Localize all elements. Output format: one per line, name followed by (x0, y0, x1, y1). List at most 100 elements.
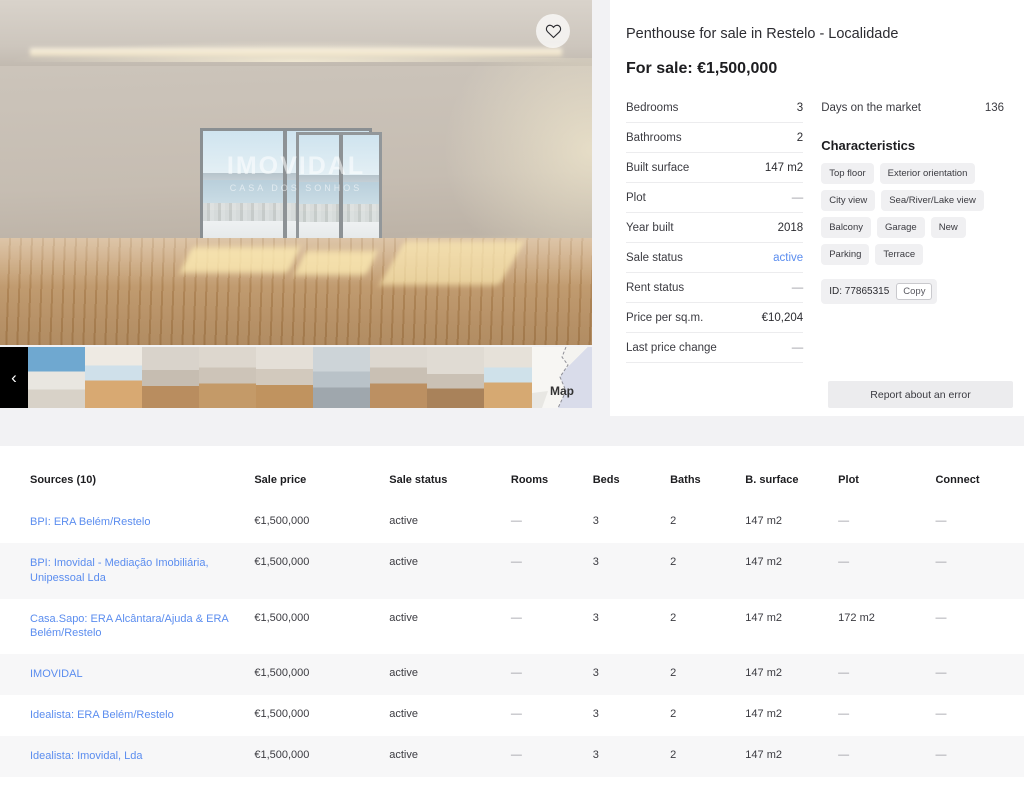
thumbnail-item[interactable] (142, 347, 199, 408)
sale-status: active (389, 695, 511, 736)
spec-row: Bedrooms 3 (626, 100, 804, 123)
source-name-link[interactable]: Casa.Sapo: ERA Alcântara/Ajuda & ERA Bel… (30, 612, 254, 642)
photo-gallery[interactable]: IMOVIDAL CASA DOS SONHOS (0, 0, 592, 345)
beds-value: 3 (593, 777, 670, 786)
gallery-prev-button[interactable]: ‹ (0, 347, 28, 408)
plot-value: — (838, 502, 935, 543)
beds-value-text: 3 (592, 708, 599, 721)
sale-price-text: €1,500,000 (254, 667, 310, 680)
connect-cell: — (935, 543, 1024, 599)
report-error-button[interactable]: Report about an error (828, 381, 1013, 408)
sale-status-text: active (389, 555, 418, 568)
baths-value-text: 2 (670, 667, 677, 680)
thumbnail-strip[interactable]: ‹ › (0, 347, 592, 408)
source-name-link[interactable]: Idealista: Imovidal, Lda (30, 749, 254, 764)
beds-value: 3 (593, 654, 670, 695)
column-header-rooms[interactable]: Rooms (511, 446, 593, 502)
connect-cell-text: — (935, 555, 947, 568)
plot-value-text: — (838, 748, 850, 761)
spec-value[interactable]: active (773, 252, 803, 264)
right-info-column: Days on the market 136 Characteristics T… (821, 100, 1004, 363)
thumbnail-image (199, 347, 256, 408)
column-header-sale-status[interactable]: Sale status (389, 446, 511, 502)
column-header-plot[interactable]: Plot (838, 446, 935, 502)
surface-value: 147 m2 (745, 695, 838, 736)
source-name-link[interactable]: IMOVIDAL (30, 667, 254, 682)
beds-value: 3 (593, 599, 670, 655)
source-link[interactable]: Idealista: ERA Belém/Restelo (0, 695, 254, 736)
plot-value: — (838, 777, 935, 786)
source-name-link[interactable]: BPI: ERA Belém/Restelo (30, 515, 254, 530)
sale-status-text: active (389, 611, 418, 624)
table-header: Sources (10) Sale price Sale status Room… (0, 446, 1024, 502)
sale-status: active (389, 777, 511, 786)
column-header-sale-price[interactable]: Sale price (254, 446, 389, 502)
plot-value: — (838, 654, 935, 695)
surface-value-text: 147 m2 (745, 515, 782, 527)
column-header-sources[interactable]: Sources (10) (0, 446, 254, 502)
column-header-b-surface[interactable]: B. surface (745, 446, 838, 502)
thumbnail-item[interactable] (427, 347, 484, 408)
column-header-connect[interactable]: Connect (935, 446, 1024, 502)
characteristic-tag: Exterior orientation (879, 163, 976, 184)
source-name-link[interactable]: Idealista: ERA Belém/Restelo (30, 708, 254, 723)
source-link[interactable]: Casa.Sapo: ERA Alcântara/Ajuda & ERA Bel… (0, 599, 254, 655)
source-link[interactable]: IMOVIDAL (0, 654, 254, 695)
hero-photo[interactable]: IMOVIDAL CASA DOS SONHOS (0, 0, 592, 345)
connect-cell-text: — (935, 611, 947, 624)
table-row: Idealista: Imovidal, Lda €1,500,000 active… (0, 735, 1024, 777)
favorite-button[interactable] (536, 14, 570, 48)
sun-patch (179, 247, 301, 273)
sale-price: €1,500,000 (254, 599, 389, 655)
thumbnail-image (427, 347, 484, 408)
rooms-value: — (511, 502, 593, 543)
sale-status-text: active (389, 667, 418, 680)
surface-value: 147 m2 (745, 502, 838, 543)
thumbnail-item[interactable] (370, 347, 427, 408)
map-thumbnail[interactable]: Map (532, 347, 592, 408)
sale-price-text: €1,500,000 (254, 748, 310, 761)
surface-value-text: 147 m2 (745, 667, 782, 680)
rooms-value-text: — (510, 667, 522, 680)
connect-cell: — (935, 502, 1024, 543)
thumbnail-item[interactable] (256, 347, 313, 408)
baths-value: 2 (670, 777, 745, 786)
rooms-value-text: — (510, 555, 522, 568)
source-link[interactable]: BPI: ERA Belém/Restelo (0, 502, 254, 543)
table-body: BPI: ERA Belém/Restelo €1,500,000 active —3… (0, 502, 1024, 786)
column-header-baths[interactable]: Baths (670, 446, 745, 502)
source-link[interactable]: Idealista: Imovidal, Lda (0, 736, 254, 777)
surface-value: 147 m2 (745, 654, 838, 695)
characteristic-tag: Top floor (821, 163, 874, 184)
connect-cell: — (935, 599, 1024, 655)
baths-value-text: 2 (670, 748, 677, 761)
source-name-link[interactable]: BPI: Imovidal - Mediação Imobiliária, Un… (30, 556, 254, 586)
rooms-value-text: — (510, 748, 522, 761)
thumbnail-item[interactable] (313, 347, 370, 408)
sale-status-text: active (389, 748, 418, 761)
sale-price: €1,500,000 (254, 543, 389, 599)
source-link[interactable]: Imovirtual: ERA Belém/Restelo & ERA Alcâ… (0, 777, 254, 786)
rooms-value: — (511, 599, 593, 655)
beds-value-text: 3 (592, 611, 599, 624)
table-row: IMOVIDAL €1,500,000 active — 3 2 147 m2 — — (0, 654, 1024, 696)
sun-patch (294, 251, 378, 275)
thumbnail-item[interactable] (28, 347, 85, 408)
thumbnail-item[interactable] (199, 347, 256, 408)
rooms-value: — (511, 777, 593, 786)
rooms-value: — (511, 543, 593, 599)
connect-cell: — (935, 695, 1024, 736)
column-header-beds[interactable]: Beds (593, 446, 670, 502)
specifications-list: Bedrooms 3 Bathrooms 2 Built surface 147 m2 Pl… (626, 100, 804, 363)
source-link[interactable]: BPI: Imovidal - Mediação Imobiliária, Un… (0, 543, 254, 599)
price-headline: For sale: €1,500,000 (626, 60, 778, 77)
watermark-subtext: CASA DOS SONHOS (229, 183, 363, 193)
characteristics-title: Characteristics (821, 138, 916, 153)
sale-price-text: €1,500,000 (254, 611, 310, 624)
listing-info-card: Penthouse for sale in Restelo - Localida… (610, 0, 1024, 416)
beds-value-text: 3 (592, 748, 599, 761)
connect-cell: — (935, 777, 1024, 786)
plot-value: — (838, 543, 935, 599)
thumbnail-item[interactable] (85, 347, 142, 408)
copy-id-button[interactable]: Copy (896, 283, 933, 300)
